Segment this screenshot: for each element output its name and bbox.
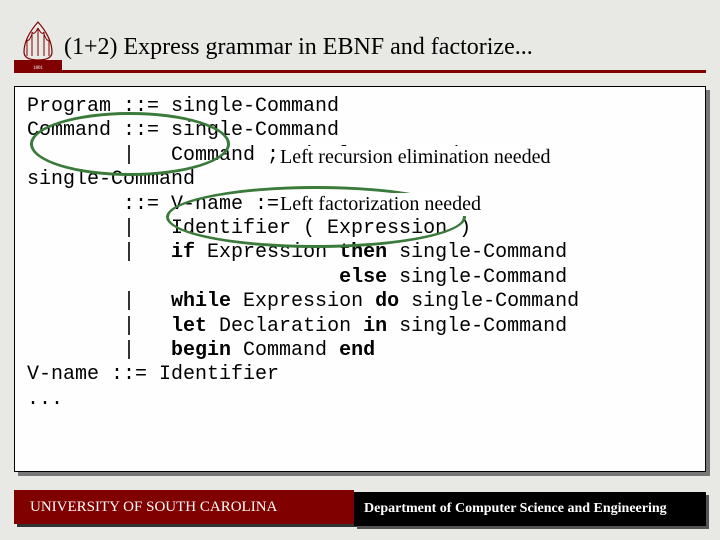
keyword-else: else [339,266,387,289]
code-line: | [27,241,171,264]
slide-title: (1+2) Express grammar in EBNF and factor… [64,34,533,61]
code-text: single-Command [399,290,579,313]
code-line [27,266,339,289]
code-text: Command [231,339,339,362]
code-text: single-Command [387,315,567,338]
keyword-do: do [375,290,399,313]
keyword-end: end [339,339,375,362]
code-line: V-name ::= Identifier [27,363,279,386]
code-line: | [27,315,171,338]
footer-university: UNIVERSITY OF SOUTH CAROLINA [14,490,354,524]
footer-department: Department of Computer Science and Engin… [354,492,706,526]
keyword-while: while [171,290,231,313]
highlight-oval-command [30,112,230,176]
keyword-in: in [363,315,387,338]
code-line: | [27,339,171,362]
code-text: single-Command [387,266,567,289]
code-ellipsis: ... [27,393,63,405]
annotation-left-recursion: Left recursion elimination needed [280,146,550,169]
code-line: | [27,290,171,313]
code-line: Program ::= single-Command [27,95,339,118]
keyword-if: if [171,241,195,264]
keyword-let: let [171,315,207,338]
footer: UNIVERSITY OF SOUTH CAROLINA Department … [14,490,706,526]
code-text: Expression [231,290,375,313]
university-seal-icon: 1801 [14,20,62,72]
annotation-left-factorization: Left factorization needed [280,193,481,216]
title-underline [14,70,706,73]
code-text: single-Command [387,241,567,264]
code-text: Declaration [207,315,363,338]
keyword-begin: begin [171,339,231,362]
